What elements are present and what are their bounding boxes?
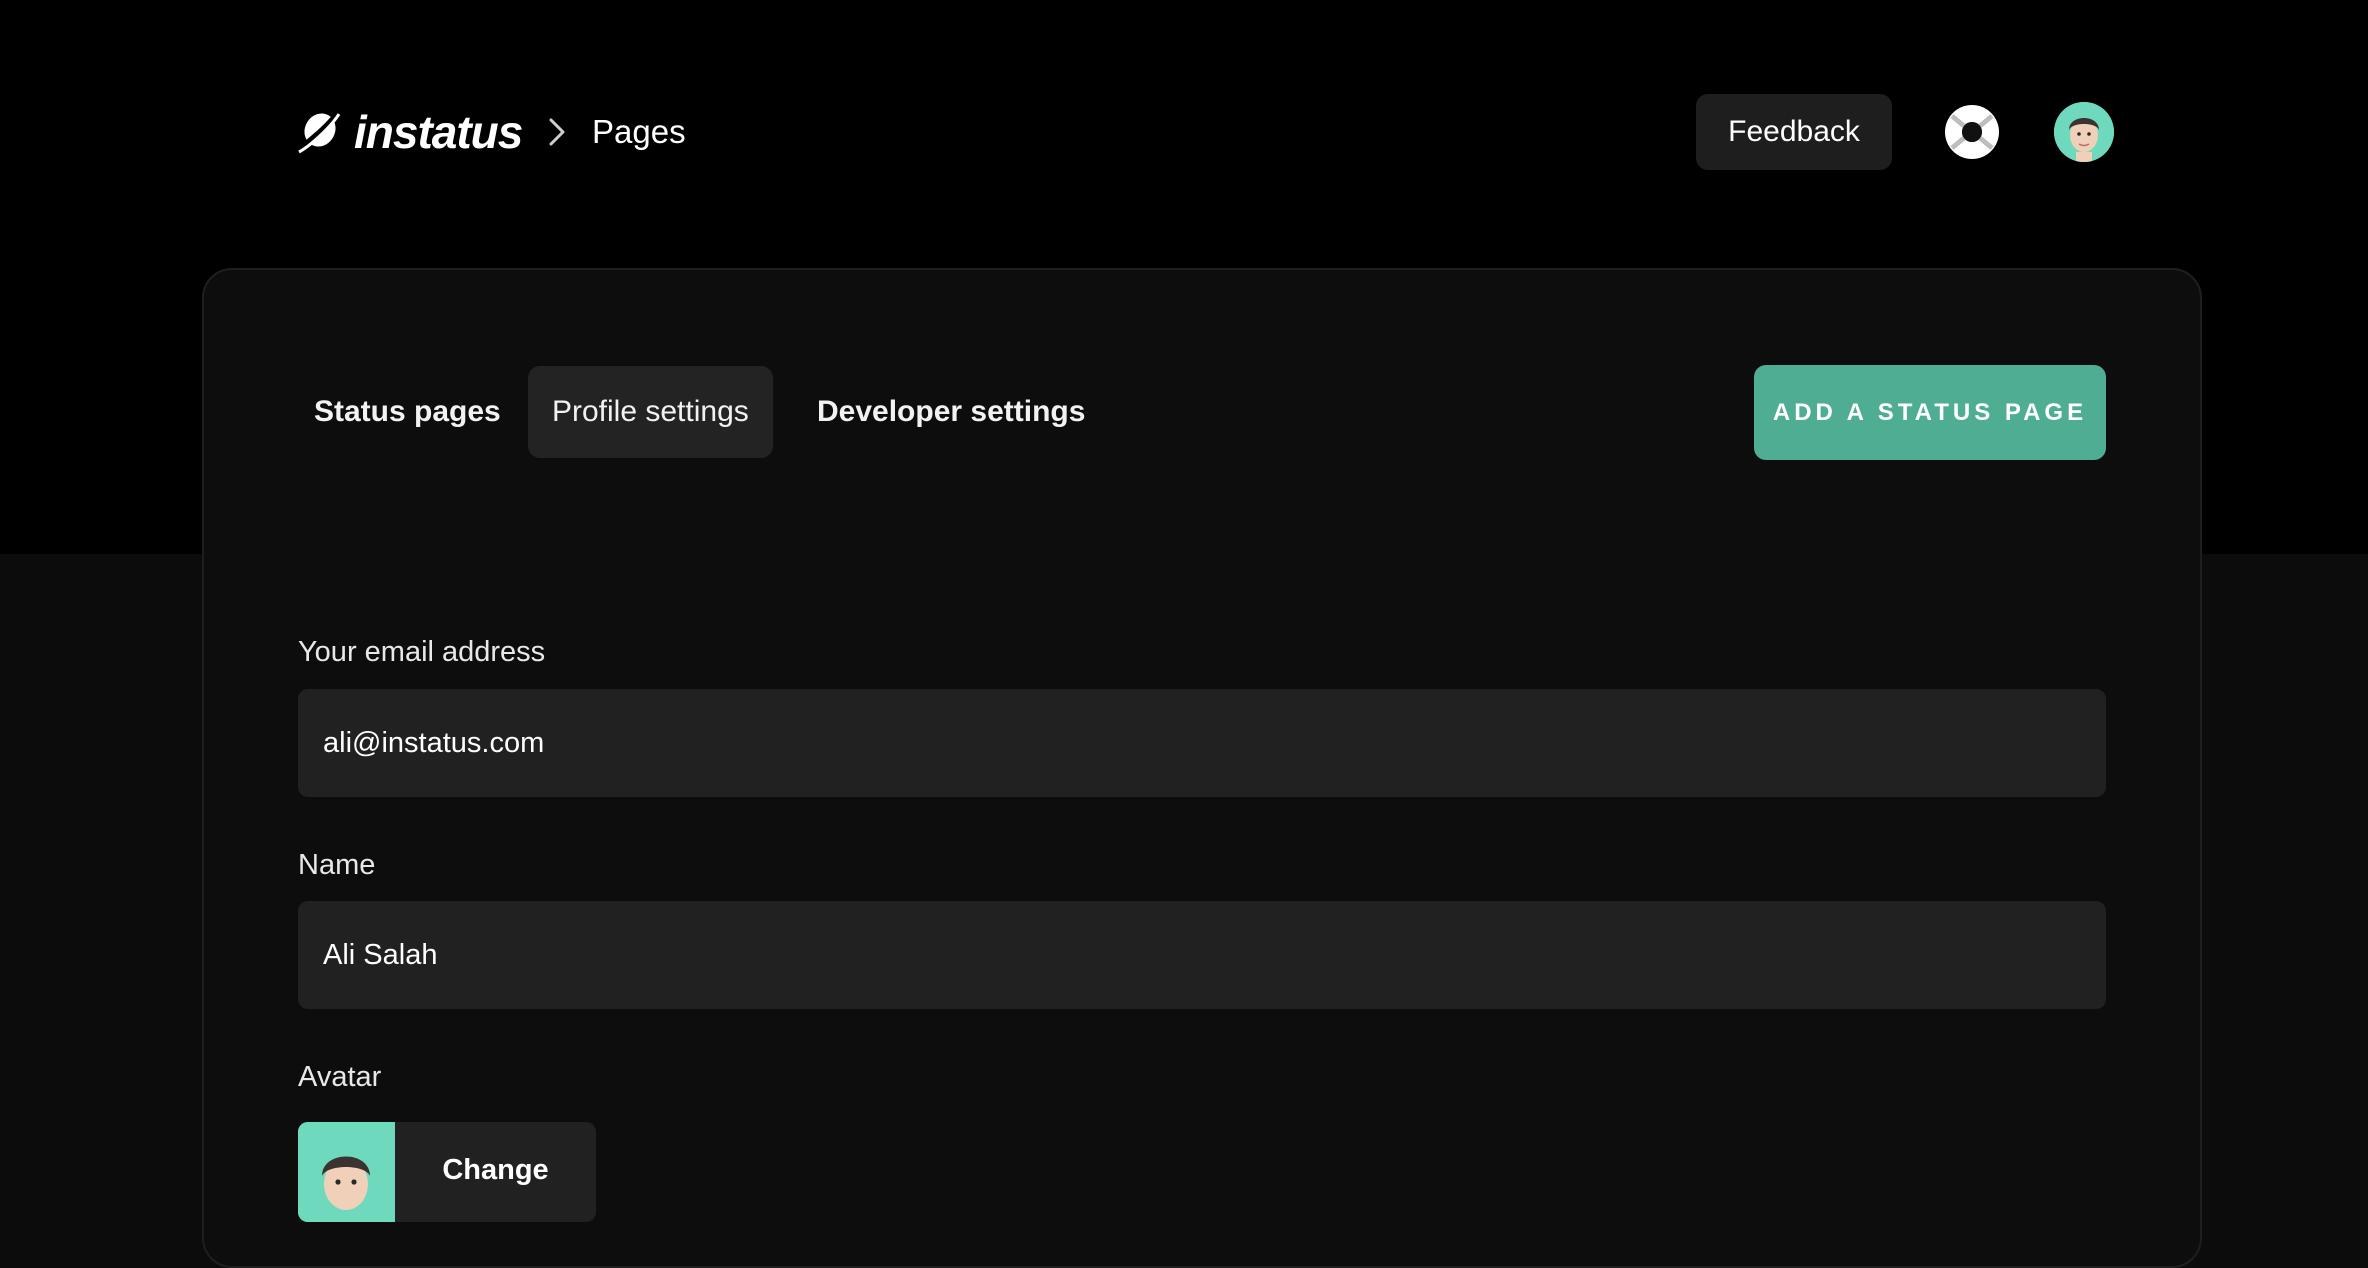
top-header: instatus Pages Feedback bbox=[0, 0, 2368, 265]
tab-profile-settings[interactable]: Profile settings bbox=[528, 366, 773, 458]
avatar-preview bbox=[298, 1122, 395, 1222]
feedback-button[interactable]: Feedback bbox=[1696, 94, 1892, 170]
user-avatar[interactable] bbox=[2054, 102, 2114, 162]
memoji-avatar-icon bbox=[2054, 102, 2114, 162]
tab-status-pages[interactable]: Status pages bbox=[290, 366, 525, 458]
brand-logo[interactable]: instatus bbox=[298, 106, 523, 158]
avatar-label: Avatar bbox=[298, 1061, 382, 1093]
name-field[interactable] bbox=[298, 901, 2106, 1009]
memoji-avatar-icon bbox=[298, 1122, 395, 1222]
planet-logo-icon bbox=[298, 110, 340, 154]
name-label: Name bbox=[298, 849, 376, 881]
chevron-right-icon bbox=[549, 118, 565, 146]
email-field[interactable] bbox=[298, 689, 2106, 797]
email-label: Your email address bbox=[298, 636, 546, 668]
breadcrumb-current-page[interactable]: Pages bbox=[592, 110, 686, 154]
brand-name: instatus bbox=[354, 106, 523, 158]
avatar-change-button[interactable]: Change bbox=[298, 1122, 596, 1222]
add-status-page-button[interactable]: ADD A STATUS PAGE bbox=[1754, 365, 2106, 460]
change-avatar-label: Change bbox=[442, 1154, 549, 1186]
lifebuoy-icon[interactable] bbox=[1944, 104, 2000, 160]
tab-developer-settings[interactable]: Developer settings bbox=[793, 366, 1109, 458]
